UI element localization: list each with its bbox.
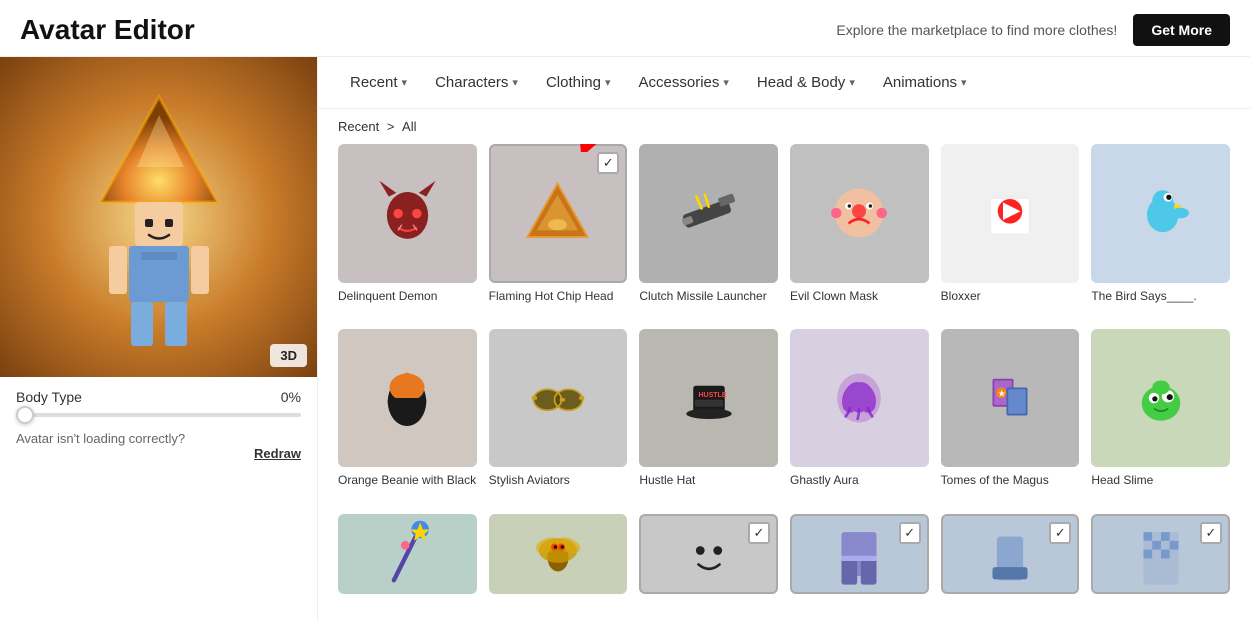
- item-thumb-blue3: ✓: [1091, 514, 1230, 594]
- item-head-slime[interactable]: Head Slime: [1091, 329, 1230, 502]
- breadcrumb-current: All: [402, 119, 416, 134]
- 3d-badge: 3D: [270, 344, 307, 367]
- item-name-tomes-magus: Tomes of the Magus: [941, 473, 1080, 489]
- item-thumb-hustle-hat: HUSTLE: [639, 329, 778, 468]
- content-panel: Recent ▾ Characters ▾ Clothing ▾ Accesso…: [318, 57, 1250, 622]
- item-thumb-blue1: ✓: [790, 514, 929, 594]
- item-bloxxer[interactable]: Bloxxer: [941, 144, 1080, 317]
- item-thumb-ghastly-aura: [790, 329, 929, 468]
- item-thumb-orange-beanie: [338, 329, 477, 468]
- item-blue3[interactable]: ✓: [1091, 514, 1230, 613]
- tab-accessories[interactable]: Accessories ▾: [627, 66, 741, 99]
- marketplace-text: Explore the marketplace to find more clo…: [836, 22, 1117, 38]
- avatar-figure: [79, 87, 239, 347]
- header-actions: Explore the marketplace to find more clo…: [836, 14, 1230, 46]
- tab-head-body-chevron: ▾: [849, 76, 855, 89]
- body-type-label: Body Type: [16, 389, 82, 405]
- tab-recent-chevron: ▾: [402, 76, 408, 89]
- item-name-head-slime: Head Slime: [1091, 473, 1230, 489]
- tab-head-body[interactable]: Head & Body ▾: [745, 66, 867, 99]
- item-check-blue1: ✓: [899, 522, 921, 544]
- item-thumb-tomes-magus: ★: [941, 329, 1080, 468]
- item-orange-beanie[interactable]: Orange Beanie with Black: [338, 329, 477, 502]
- header: Avatar Editor Explore the marketplace to…: [0, 0, 1250, 57]
- tab-clothing[interactable]: Clothing ▾: [534, 66, 623, 99]
- item-name-bird-says: The Bird Says____.: [1091, 289, 1230, 305]
- item-fly[interactable]: [489, 514, 628, 613]
- breadcrumb: Recent > All: [318, 109, 1250, 144]
- slider-thumb[interactable]: [16, 406, 34, 424]
- item-hustle-hat[interactable]: HUSTLE Hustle Hat: [639, 329, 778, 502]
- item-name-orange-beanie: Orange Beanie with Black: [338, 473, 477, 489]
- body-type-slider[interactable]: [16, 413, 301, 417]
- item-check-blue3: ✓: [1200, 522, 1222, 544]
- tab-accessories-chevron: ▾: [723, 76, 729, 89]
- item-thumb-bird-says: [1091, 144, 1230, 283]
- item-thumb-fly: [489, 514, 628, 594]
- item-name-hustle-hat: Hustle Hat: [639, 473, 778, 489]
- item-check-blue2: ✓: [1049, 522, 1071, 544]
- main-content: 3D Body Type 0% Avatar isn't loading cor…: [0, 57, 1250, 622]
- item-name-delinquent-demon: Delinquent Demon: [338, 289, 477, 305]
- item-clutch-missile[interactable]: Clutch Missile Launcher: [639, 144, 778, 317]
- tab-recent-label: Recent: [350, 74, 398, 91]
- item-name-stylish-aviators: Stylish Aviators: [489, 473, 628, 489]
- item-check-flaming-chip: ✓: [597, 152, 619, 174]
- item-name-evil-clown: Evil Clown Mask: [790, 289, 929, 305]
- breadcrumb-separator: >: [387, 119, 398, 134]
- get-more-button[interactable]: Get More: [1133, 14, 1230, 46]
- page-title: Avatar Editor: [20, 14, 195, 46]
- item-bird-says[interactable]: The Bird Says____.: [1091, 144, 1230, 317]
- tab-characters[interactable]: Characters ▾: [423, 66, 530, 99]
- avatar-panel: 3D Body Type 0% Avatar isn't loading cor…: [0, 57, 318, 622]
- tab-head-body-label: Head & Body: [757, 74, 845, 91]
- item-thumb-bloxxer: [941, 144, 1080, 283]
- item-thumb-delinquent-demon: [338, 144, 477, 283]
- tab-clothing-chevron: ▾: [605, 76, 611, 89]
- item-ghastly-aura[interactable]: Ghastly Aura: [790, 329, 929, 502]
- item-thumb-evil-clown: [790, 144, 929, 283]
- item-blue2[interactable]: ✓: [941, 514, 1080, 613]
- svg-text:★: ★: [998, 388, 1006, 398]
- item-thumb-blue2: ✓: [941, 514, 1080, 594]
- item-thumb-flaming-chip: ✓: [489, 144, 628, 283]
- avatar-preview: 3D: [0, 57, 317, 377]
- tab-characters-chevron: ▾: [512, 76, 518, 89]
- tab-accessories-label: Accessories: [639, 74, 720, 91]
- item-staff[interactable]: [338, 514, 477, 613]
- item-thumb-head-slime: [1091, 329, 1230, 468]
- item-name-bloxxer: Bloxxer: [941, 289, 1080, 305]
- item-stylish-aviators[interactable]: Stylish Aviators: [489, 329, 628, 502]
- tab-animations[interactable]: Animations ▾: [871, 66, 979, 99]
- tab-animations-label: Animations: [883, 74, 957, 91]
- item-name-flaming-chip: Flaming Hot Chip Head: [489, 289, 628, 305]
- avatar-error-text: Avatar isn't loading correctly?: [16, 431, 301, 446]
- avatar-controls: Body Type 0% Avatar isn't loading correc…: [0, 377, 317, 473]
- item-delinquent-demon[interactable]: Delinquent Demon: [338, 144, 477, 317]
- item-smiley[interactable]: ✓: [639, 514, 778, 613]
- nav-tabs: Recent ▾ Characters ▾ Clothing ▾ Accesso…: [318, 57, 1250, 109]
- item-thumb-smiley: ✓: [639, 514, 778, 594]
- item-flaming-chip[interactable]: ✓ Flaming Hot Chip Head: [489, 144, 628, 317]
- item-name-ghastly-aura: Ghastly Aura: [790, 473, 929, 489]
- item-thumb-stylish-aviators: [489, 329, 628, 468]
- svg-text:HUSTLE: HUSTLE: [698, 392, 726, 399]
- item-check-smiley: ✓: [748, 522, 770, 544]
- item-thumb-clutch-missile: [639, 144, 778, 283]
- tab-animations-chevron: ▾: [961, 76, 967, 89]
- body-type-pct: 0%: [281, 389, 301, 405]
- item-evil-clown[interactable]: Evil Clown Mask: [790, 144, 929, 317]
- breadcrumb-parent[interactable]: Recent: [338, 119, 379, 134]
- tab-clothing-label: Clothing: [546, 74, 601, 91]
- tab-characters-label: Characters: [435, 74, 508, 91]
- tab-recent[interactable]: Recent ▾: [338, 66, 419, 99]
- item-thumb-staff: [338, 514, 477, 594]
- items-grid: Delinquent Demon: [318, 144, 1250, 622]
- body-type-row: Body Type 0%: [16, 389, 301, 405]
- item-blue1[interactable]: ✓: [790, 514, 929, 613]
- item-name-clutch-missile: Clutch Missile Launcher: [639, 289, 778, 305]
- item-tomes-magus[interactable]: ★ Tomes of the Magus: [941, 329, 1080, 502]
- redraw-link[interactable]: Redraw: [16, 446, 301, 461]
